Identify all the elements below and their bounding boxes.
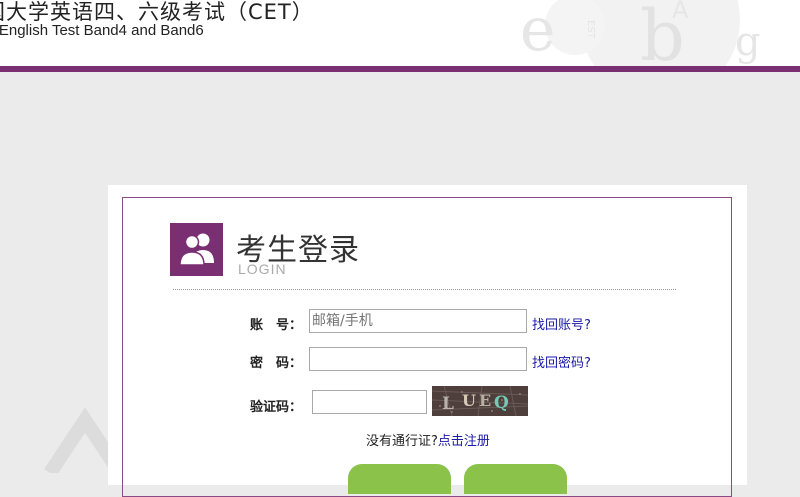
site-header: e b g A EST 国大学英语四、六级考试（CET） ge English … bbox=[0, 0, 800, 66]
captcha-image[interactable]: L U E Q bbox=[432, 386, 528, 416]
find-password-link[interactable]: 找回密码? bbox=[532, 352, 591, 371]
account-label: 账 号： bbox=[250, 318, 303, 333]
svg-text:L: L bbox=[442, 394, 454, 414]
svg-text:EST: EST bbox=[585, 20, 596, 40]
svg-text:e: e bbox=[520, 0, 556, 65]
find-account-link[interactable]: 找回账号? bbox=[532, 314, 591, 333]
register-link[interactable]: 点击注册 bbox=[438, 434, 490, 449]
register-line: 没有通行证?点击注册 bbox=[366, 430, 490, 449]
login-button[interactable] bbox=[348, 464, 451, 494]
password-input[interactable] bbox=[309, 347, 527, 371]
captcha-input[interactable] bbox=[312, 390, 427, 414]
header-divider-bar bbox=[0, 66, 800, 72]
login-subtitle: LOGIN bbox=[238, 261, 287, 277]
reset-button[interactable] bbox=[464, 464, 567, 494]
account-input[interactable] bbox=[309, 309, 527, 333]
captcha-label: 验证码： bbox=[250, 400, 303, 415]
password-label: 密 码： bbox=[250, 356, 303, 371]
svg-text:E: E bbox=[479, 391, 491, 410]
login-panel: 考生登录 LOGIN 账 号： 找回账号? 密 码： 找回密码? 验证码： L bbox=[108, 185, 747, 497]
svg-text:U: U bbox=[462, 391, 476, 410]
users-icon bbox=[170, 223, 223, 276]
title-divider bbox=[173, 289, 676, 290]
no-pass-text: 没有通行证? bbox=[366, 434, 438, 449]
svg-text:Q: Q bbox=[494, 393, 509, 413]
svg-text:A: A bbox=[672, 0, 689, 24]
svg-text:g: g bbox=[735, 19, 761, 65]
site-title-en: ge English Test Band4 and Band6 bbox=[0, 22, 204, 39]
